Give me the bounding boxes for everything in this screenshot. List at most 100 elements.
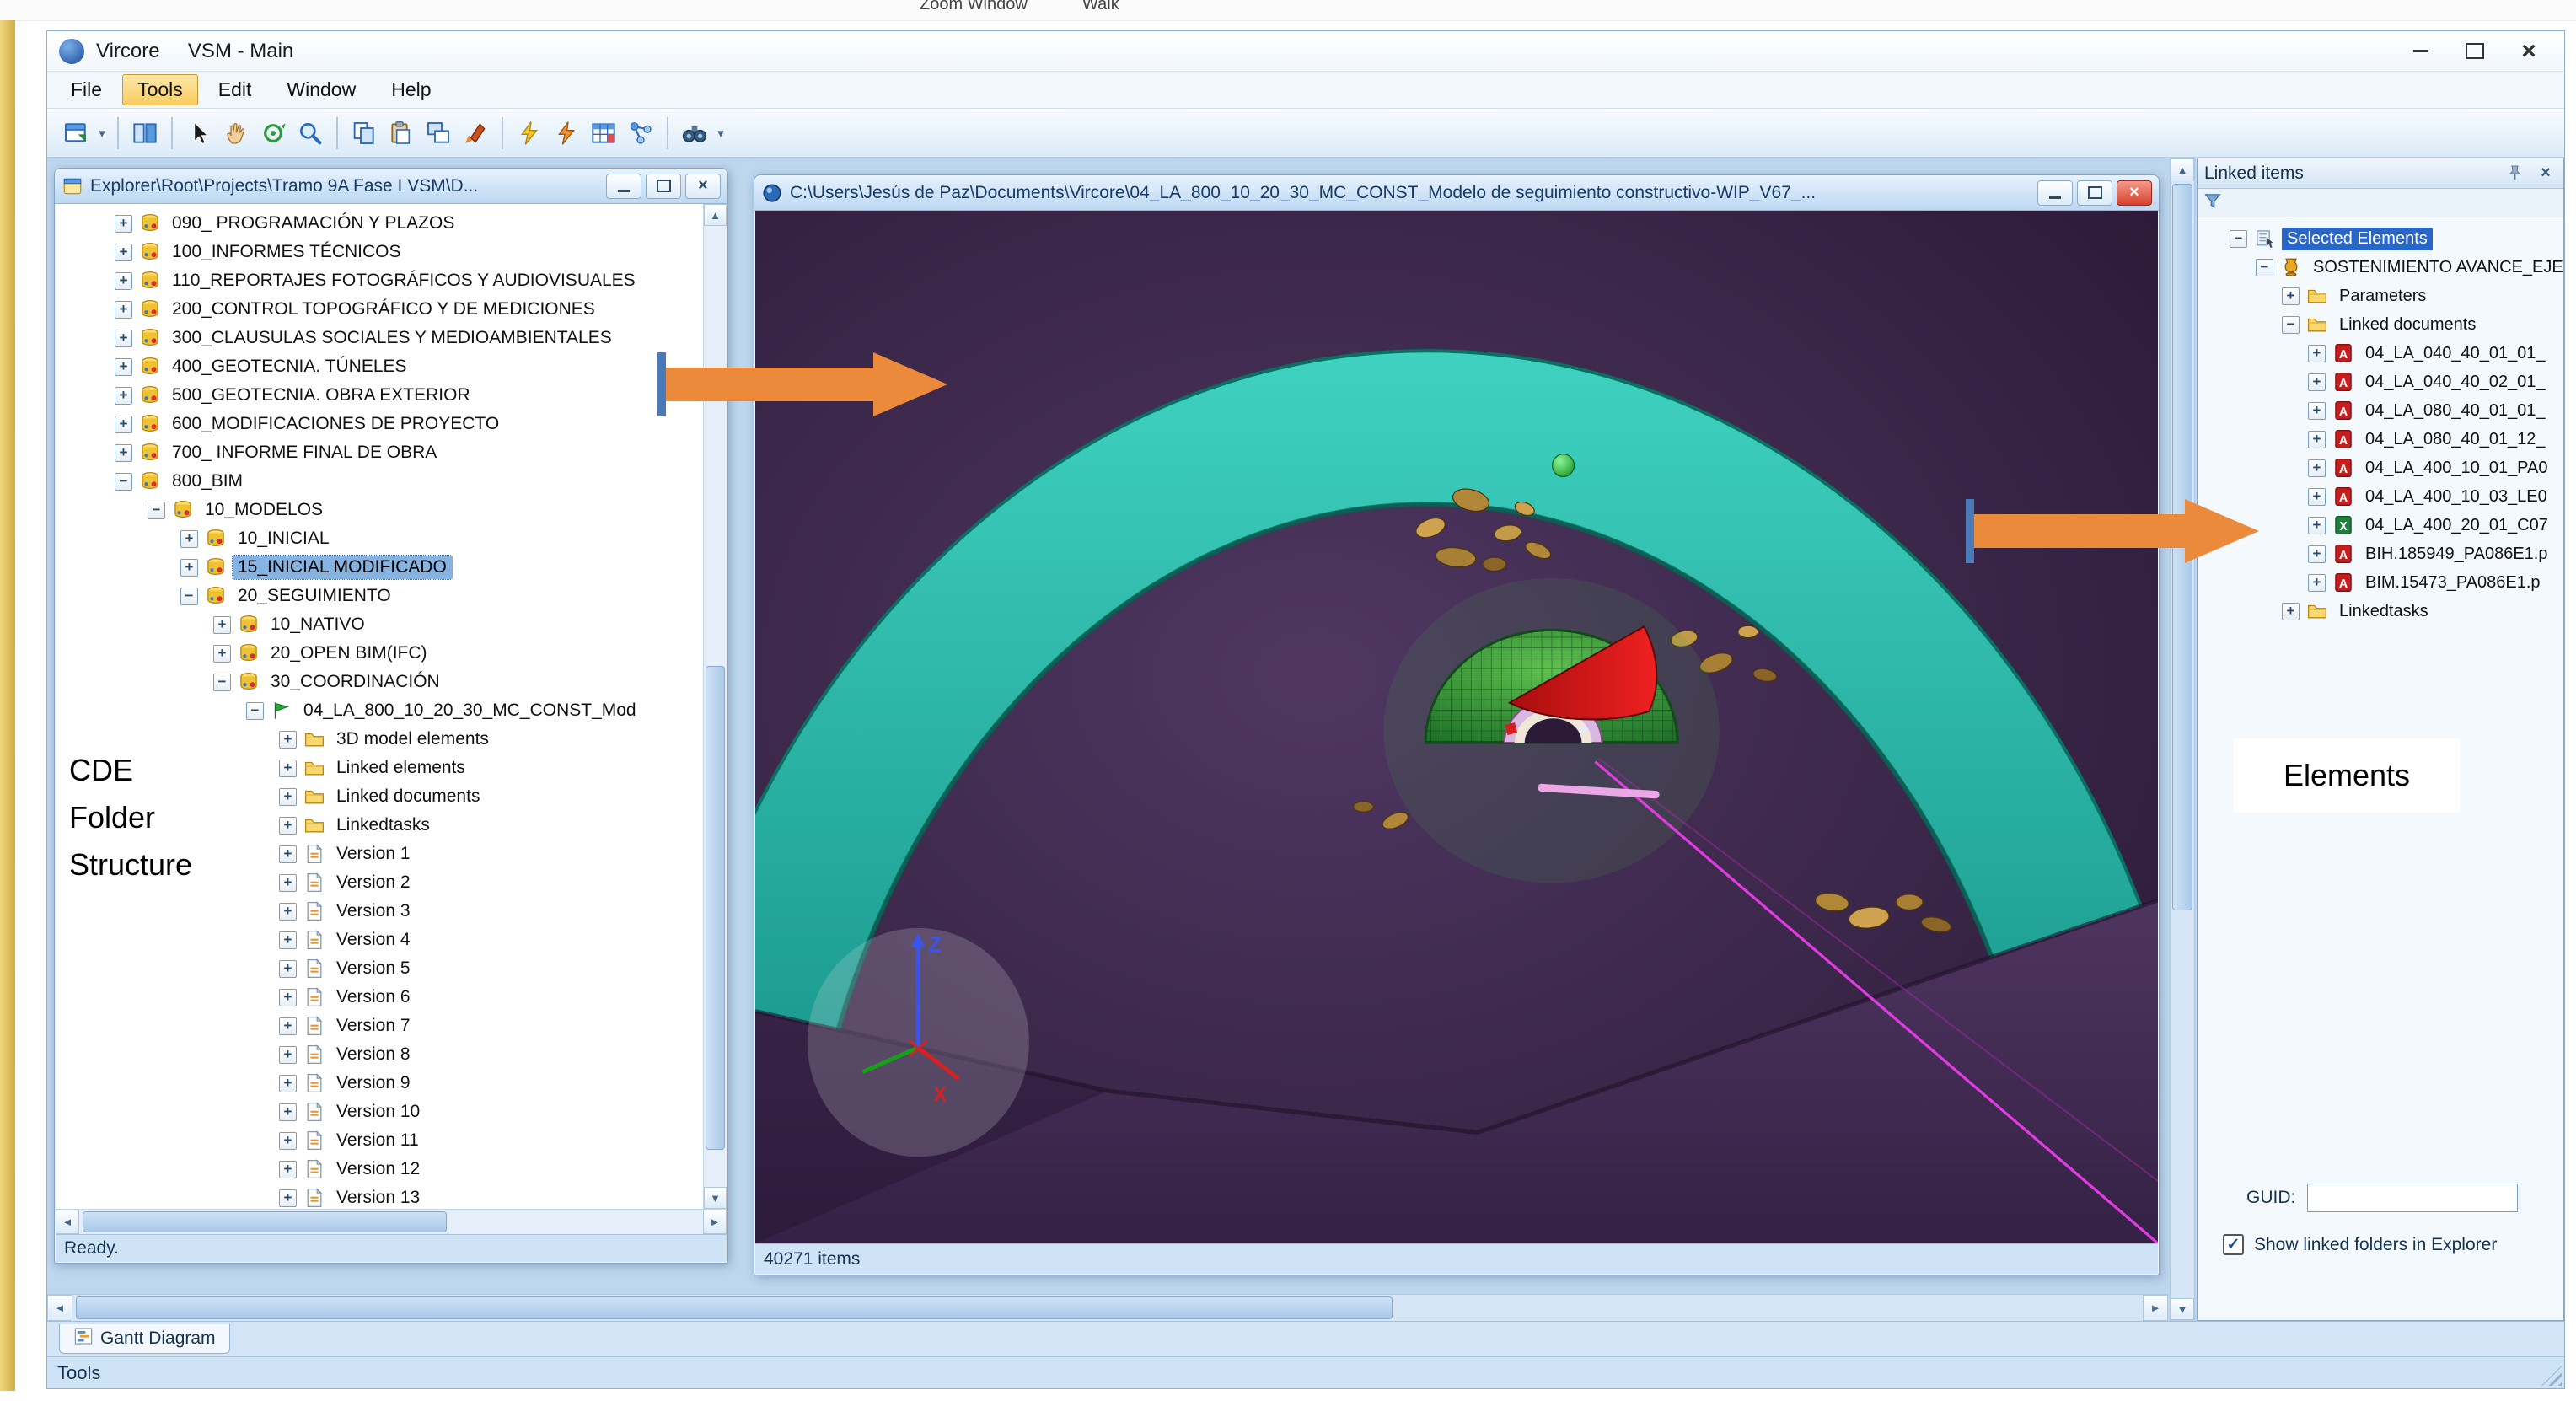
expand-icon[interactable]: + [279, 903, 297, 921]
tree-item-label[interactable]: Version 10 [331, 1100, 425, 1124]
tree-item[interactable]: +200_CONTROL TOPOGRÁFICO Y DE MEDICIONES [56, 295, 703, 324]
tree-item[interactable]: −30_COORDINACIÓN [56, 668, 703, 696]
tree-item[interactable]: +Version 11 [56, 1126, 703, 1155]
pin-icon[interactable] [2504, 163, 2526, 185]
expand-icon[interactable]: + [279, 731, 297, 749]
scrollbar-thumb[interactable] [76, 1296, 1393, 1319]
expand-icon[interactable]: + [213, 645, 231, 663]
scroll-right-arrow[interactable]: ► [703, 1210, 727, 1234]
expand-icon[interactable]: + [279, 931, 297, 949]
tree-item-label[interactable]: 04_LA_400_10_01_PA0 [2360, 457, 2553, 480]
close-button[interactable]: × [2505, 35, 2552, 67]
tree-item-label[interactable]: Version 9 [331, 1071, 416, 1095]
tree-item-label[interactable]: 3D model elements [331, 727, 494, 751]
tree-item-label[interactable]: 10_NATIVO [266, 613, 370, 636]
expand-icon[interactable]: + [2308, 488, 2326, 506]
tree-item-label[interactable]: 10_MODELOS [200, 498, 328, 522]
expand-icon[interactable]: + [115, 358, 132, 376]
tree-item-label[interactable]: 700_ INFORME FINAL DE OBRA [167, 441, 442, 464]
collapse-icon[interactable]: − [246, 702, 264, 720]
tree-item-label[interactable]: Linkedtasks [2334, 600, 2434, 623]
tree-item[interactable]: +090_ PROGRAMACIÓN Y PLAZOS [56, 209, 703, 238]
expand-icon[interactable]: + [279, 874, 297, 892]
tree-item-label[interactable]: BIH.185949_PA086E1.p [2360, 543, 2552, 566]
tree-item[interactable]: +A04_LA_040_40_01_01_ [2198, 339, 2563, 368]
tree-item[interactable]: +ABIM.15473_PA086E1.p [2198, 568, 2563, 597]
select-cursor-icon[interactable] [180, 115, 217, 152]
viewport-minimize-button[interactable] [2037, 180, 2073, 206]
expand-icon[interactable]: + [279, 1017, 297, 1035]
tree-item-label[interactable]: 090_ PROGRAMACIÓN Y PLAZOS [167, 212, 459, 235]
tree-item[interactable]: + Linkedtasks [2198, 597, 2563, 625]
scroll-up-arrow[interactable]: ▲ [2171, 158, 2194, 180]
paint-icon[interactable] [457, 115, 494, 152]
expand-icon[interactable]: + [279, 989, 297, 1006]
orbit-icon[interactable] [255, 115, 292, 152]
tree-item-label[interactable]: Version 8 [331, 1043, 416, 1066]
show-linked-folders-row[interactable]: ✓ Show linked folders in Explorer [2198, 1234, 2497, 1255]
tree-item-label[interactable]: 04_LA_800_10_20_30_MC_CONST_Mod [298, 699, 641, 722]
tree-item-label[interactable]: 04_LA_040_40_01_01_ [2360, 342, 2551, 365]
lightning-orange-icon[interactable] [548, 115, 585, 152]
collapse-icon[interactable]: − [2230, 230, 2247, 248]
expand-icon[interactable]: + [279, 1189, 297, 1207]
tree-item-label[interactable]: Version 3 [331, 899, 416, 923]
tree-item[interactable]: +100_INFORMES TÉCNICOS [56, 238, 703, 266]
scroll-down-arrow[interactable]: ▼ [2171, 1298, 2194, 1320]
explorer-titlebar[interactable]: Explorer\Root\Projects\Tramo 9A Fase I V… [55, 169, 727, 204]
tree-item[interactable]: +400_GEOTECNIA. TÚNELES [56, 352, 703, 381]
gantt-diagram-tab[interactable]: Gantt Diagram [59, 1324, 230, 1354]
tree-item-label[interactable]: 15_INICIAL MODIFICADO [233, 556, 452, 579]
tree-item-label[interactable]: Linked documents [2334, 314, 2481, 336]
tree-item[interactable]: + Version 3 [56, 897, 703, 926]
tree-item[interactable]: +A04_LA_400_10_01_PA0 [2198, 454, 2563, 482]
tree-item-label[interactable]: 30_COORDINACIÓN [266, 670, 445, 694]
tree-item-label[interactable]: 300_CLAUSULAS SOCIALES Y MEDIOAMBIENTALE… [167, 326, 617, 350]
scroll-right-arrow[interactable]: ► [2143, 1295, 2168, 1321]
expand-icon[interactable]: + [279, 845, 297, 863]
expand-icon[interactable]: + [2308, 431, 2326, 448]
tree-item[interactable]: −Selected Elements [2198, 224, 2563, 253]
viewport-close-button[interactable]: × [2117, 180, 2152, 206]
expand-icon[interactable]: + [2282, 603, 2300, 620]
split-view-icon[interactable] [126, 115, 164, 152]
explorer-horizontal-scrollbar[interactable]: ◄ ► [56, 1209, 727, 1234]
tree-item-label[interactable]: SOSTENIMIENTO AVANCE_EJE1 [2308, 256, 2563, 279]
tree-item[interactable]: +A04_LA_040_40_02_01_ [2198, 368, 2563, 396]
tree-item-label[interactable]: Linkedtasks [331, 813, 435, 837]
guid-input[interactable] [2307, 1184, 2518, 1212]
scroll-up-arrow[interactable]: ▲ [704, 204, 727, 226]
tree-item-label[interactable]: Version 4 [331, 928, 416, 952]
expand-icon[interactable]: + [115, 244, 132, 261]
tree-item[interactable]: +Version 9 [56, 1069, 703, 1098]
expand-icon[interactable]: + [279, 960, 297, 978]
expand-icon[interactable]: + [2308, 345, 2326, 362]
tree-item-label[interactable]: 20_SEGUIMIENTO [233, 584, 396, 608]
tree-item-label[interactable]: 10_INICIAL [233, 527, 335, 550]
toolbar-dropdown-arrow[interactable]: ▾ [94, 126, 110, 141]
scrollbar-thumb[interactable] [706, 666, 725, 1150]
tree-item[interactable]: − 04_LA_800_10_20_30_MC_CONST_Mod [56, 696, 703, 725]
expand-icon[interactable]: + [115, 330, 132, 347]
show-linked-folders-checkbox[interactable]: ✓ [2223, 1234, 2244, 1255]
tree-item[interactable]: +A04_LA_080_40_01_01_ [2198, 396, 2563, 425]
tree-item[interactable]: +Version 8 [56, 1040, 703, 1069]
expand-icon[interactable]: + [279, 788, 297, 806]
menu-item-window[interactable]: Window [271, 74, 371, 105]
tree-item[interactable]: −SOSTENIMIENTO AVANCE_EJE1 [2198, 253, 2563, 282]
expand-icon[interactable]: + [180, 530, 198, 548]
tree-item-label[interactable]: Version 1 [331, 842, 416, 866]
tree-item-label[interactable]: Version 2 [331, 871, 416, 894]
collapse-icon[interactable]: − [148, 502, 165, 519]
collapse-icon[interactable]: − [2282, 316, 2300, 334]
viewport-titlebar[interactable]: C:\Users\Jesús de Paz\Documents\Vircore\… [754, 175, 2159, 211]
scroll-down-arrow[interactable]: ▼ [704, 1187, 727, 1209]
expand-icon[interactable]: + [279, 817, 297, 835]
tree-item[interactable]: +300_CLAUSULAS SOCIALES Y MEDIOAMBIENTAL… [56, 324, 703, 352]
tree-item-label[interactable]: Version 5 [331, 957, 416, 980]
tree-item[interactable]: +Version 12 [56, 1155, 703, 1184]
binoculars-icon[interactable] [676, 115, 713, 152]
expand-icon[interactable]: + [279, 760, 297, 777]
expand-icon[interactable]: + [115, 416, 132, 433]
scrollbar-thumb[interactable] [83, 1211, 447, 1232]
